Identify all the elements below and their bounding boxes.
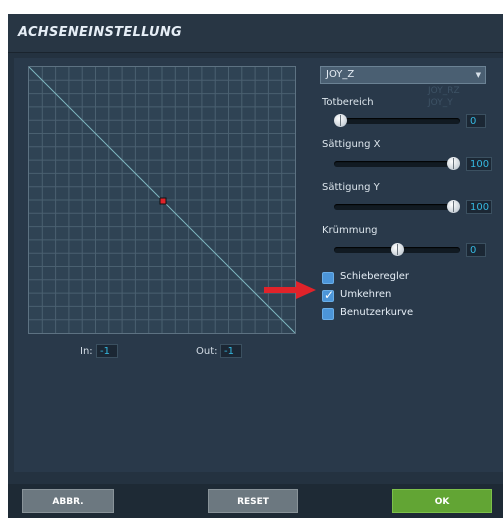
deadzone-slider-thumb[interactable]	[334, 114, 347, 127]
invert-checkbox[interactable]: ✓	[322, 288, 335, 302]
ghost-list-item: JOY_RZ	[428, 86, 460, 96]
in-label: In:	[80, 346, 93, 357]
custom-curve-label: Benutzerkurve	[340, 307, 414, 318]
axis-select-value: JOY_Z	[326, 69, 355, 80]
invert-label: Umkehren	[340, 289, 392, 300]
in-value: -1	[96, 344, 118, 358]
saturation-x-slider-thumb[interactable]	[447, 157, 460, 170]
dialog-titlebar: ACHSENEINSTELLUNG	[8, 14, 503, 53]
curve-grid-svg	[29, 67, 295, 333]
saturation-y-value[interactable]: 100	[466, 200, 492, 214]
saturation-y-slider-track[interactable]	[334, 204, 460, 210]
ok-button[interactable]: OK	[392, 489, 492, 513]
slider-mode-checkbox[interactable]	[322, 272, 334, 284]
dialog-title: ACHSENEINSTELLUNG	[18, 25, 182, 40]
curvature-label: Krümmung	[322, 225, 378, 236]
reset-button[interactable]: RESET	[208, 489, 298, 513]
saturation-x-value[interactable]: 100	[466, 157, 492, 171]
deadzone-slider-track[interactable]	[334, 118, 460, 124]
saturation-x-slider-track[interactable]	[334, 161, 460, 167]
cancel-button[interactable]: ABBR.	[22, 489, 114, 513]
axis-select-dropdown[interactable]: JOY_Z ▼	[320, 66, 486, 84]
curvature-slider-thumb[interactable]	[390, 243, 404, 256]
saturation-y-label: Sättigung Y	[322, 182, 380, 193]
slider-mode-label: Schieberegler	[340, 271, 410, 282]
curvature-value[interactable]: 0	[466, 243, 486, 257]
chevron-down-icon: ▼	[475, 71, 481, 79]
ghost-list-item: JOY_Y	[428, 98, 453, 108]
custom-curve-checkbox[interactable]	[322, 308, 334, 320]
deadzone-value[interactable]: 0	[466, 114, 486, 128]
axis-curve-graph[interactable]	[28, 66, 296, 334]
deadzone-label: Totbereich	[322, 97, 374, 108]
red-arrow-annotation-icon	[264, 281, 316, 299]
out-label: Out:	[196, 346, 218, 357]
saturation-x-label: Sättigung X	[322, 139, 381, 150]
out-value: -1	[220, 344, 242, 358]
curve-position-marker	[159, 197, 167, 205]
checkmark-icon: ✓	[324, 288, 335, 302]
saturation-y-slider-thumb[interactable]	[447, 200, 460, 213]
